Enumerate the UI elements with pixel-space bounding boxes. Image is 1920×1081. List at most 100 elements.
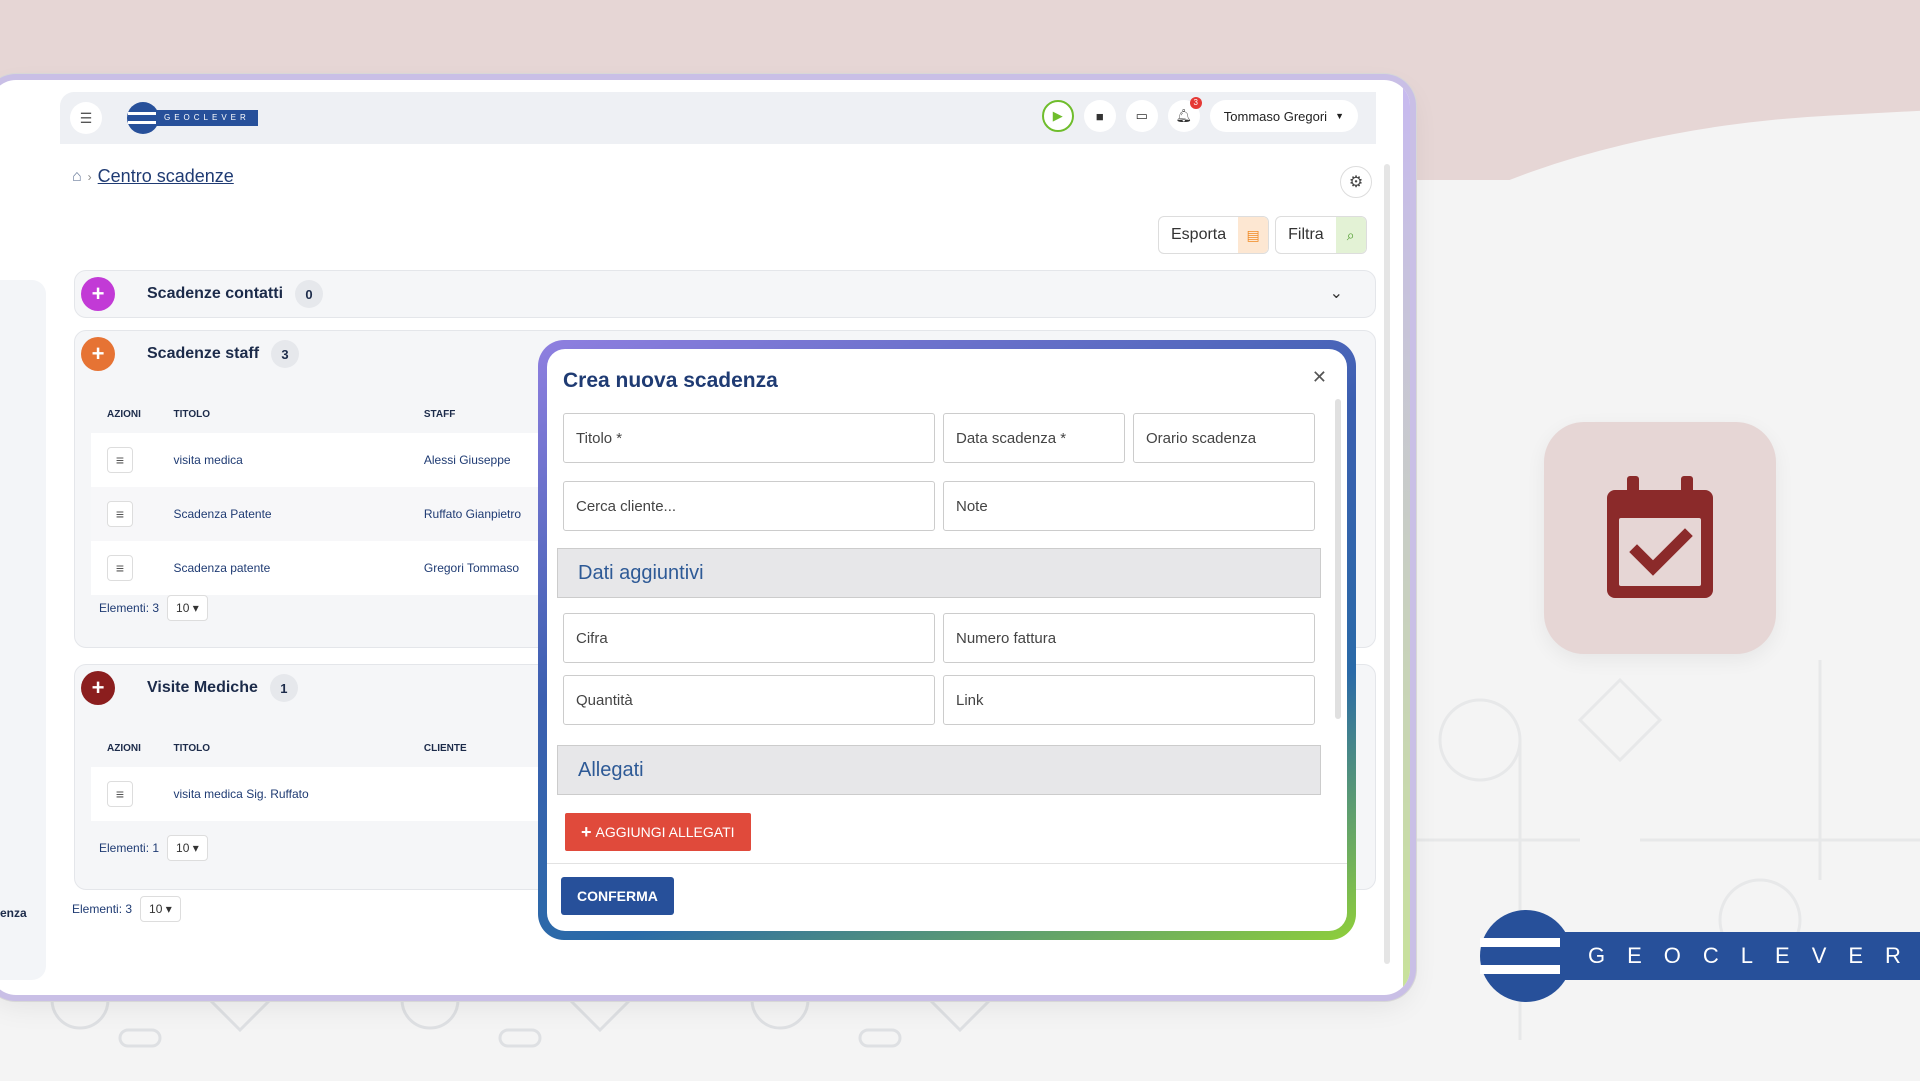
cifra-placeholder: Cifra [576,629,608,647]
notifications-button[interactable]: 🔔︎ 3 [1167,97,1202,132]
numero-fattura-field[interactable]: Numero fattura [943,613,1315,663]
row-staff[interactable]: Ruffato Gianpietro [424,507,551,521]
row-actions-button[interactable]: ≡ [107,501,133,527]
list-icon: ≡ [115,506,125,522]
pdf-icon: ▤ [1238,217,1269,253]
list-icon: ≡ [115,786,125,802]
row-staff[interactable]: Gregori Tommaso [424,561,551,575]
close-icon[interactable]: ✕ [1312,367,1327,388]
quantita-placeholder: Quantità [576,691,633,709]
add-scadenza-contatti-button[interactable]: + [81,277,115,311]
cerca-cliente-field[interactable]: Cerca cliente... [563,481,935,531]
elements-count: Elementi: 3 [99,601,160,615]
monitor-button[interactable]: ▭ [1125,100,1158,132]
column-header: STAFF [423,408,456,420]
note-field[interactable]: Note [943,481,1315,531]
data-scadenza-field[interactable]: Data scadenza * [943,413,1125,463]
chat-icon: ■ [1095,108,1104,124]
table-row[interactable]: ≡ Scadenza patente Gregori Tommaso [91,541,551,595]
search-icon: ⌕ [1335,217,1366,253]
window-scrollbar[interactable] [1384,164,1390,964]
row-actions-button[interactable]: ≡ [107,555,133,581]
plus-icon: + [91,675,105,700]
page-size-value: 10 [176,841,190,855]
allegati-header[interactable]: Allegati [557,745,1321,795]
brand-wordmark: GEOCLEVER [1560,932,1920,980]
section-title: Scadenze staff [147,345,260,362]
left-panel-label: enza [0,906,27,920]
table-row[interactable]: ≡ Scadenza Patente Ruffato Gianpietro [91,487,551,541]
cifra-field[interactable]: Cifra [563,613,935,663]
add-visita-medica-button[interactable]: + [81,671,115,705]
modal-frame: Crea nuova scadenza ✕ Titolo * Data scad… [538,340,1356,940]
section-title: Visite Mediche [147,679,258,696]
user-menu[interactable]: Tommaso Gregori ▼ [1209,100,1358,132]
row-title[interactable]: Scadenza patente [174,561,424,575]
table-header: AZIONI TITOLO CLIENTE [91,729,551,767]
modal-scrollbar[interactable] [1335,399,1341,719]
add-scadenza-staff-button[interactable]: + [81,337,115,371]
elements-count: Elementi: 1 [99,841,160,855]
calendar-check-icon [1607,476,1713,598]
section-scadenze-contatti: + Scadenze contatti 0 ⌄ [74,270,1376,318]
page-size-value: 10 [149,902,163,916]
table-footer: Elementi: 3 10 ▾ [99,595,208,621]
confirm-button[interactable]: CONFERMA [561,877,674,915]
export-button[interactable]: Esporta ▤ [1158,216,1270,254]
section-count: 1 [269,674,298,702]
plus-icon: + [91,281,105,306]
link-field[interactable]: Link [943,675,1315,725]
calendar-card [1544,422,1776,654]
orario-scadenza-field[interactable]: Orario scadenza [1133,413,1315,463]
row-actions-button[interactable]: ≡ [107,781,133,807]
cerca-cliente-placeholder: Cerca cliente... [576,497,677,515]
column-header: AZIONI [107,742,141,754]
home-icon[interactable]: ⌂ [72,168,82,186]
row-title[interactable]: visita medica [174,453,424,467]
topbar-icons: ▶ ■ ▭ 🔔︎ 3 Tommaso Gregori ▼ [1041,97,1358,132]
page-size-value: 10 [176,601,190,615]
column-header: TITOLO [173,408,210,420]
confirm-label: CONFERMA [577,888,658,904]
table-row[interactable]: ≡ visita medica Sig. Ruffato [91,767,551,821]
numero-fattura-placeholder: Numero fattura [956,629,1057,647]
row-actions-button[interactable]: ≡ [107,447,133,473]
chevron-down-icon[interactable]: ⌄ [1330,283,1343,303]
titolo-placeholder: Titolo * [576,429,623,447]
section-count: 0 [295,280,324,308]
chat-button[interactable]: ■ [1083,100,1116,132]
titolo-field[interactable]: Titolo * [563,413,935,463]
row-title[interactable]: visita medica Sig. Ruffato [174,787,424,801]
bell-icon: 🔔︎ [1175,108,1193,123]
plus-icon: + [581,821,592,842]
column-header: TITOLO [173,742,210,754]
outer-footer: Elementi: 3 10 ▾ [72,896,181,922]
visite-table: AZIONI TITOLO CLIENTE ≡ visita medica Si… [91,729,551,821]
filter-button[interactable]: Filtra ⌕ [1275,216,1367,254]
add-attachments-button[interactable]: + AGGIUNGI ALLEGATI [565,813,751,851]
play-button[interactable]: ▶ [1041,100,1074,132]
page-size-select[interactable]: 10 ▾ [140,896,181,922]
play-icon: ▶ [1052,108,1063,123]
settings-button[interactable]: ⚙ [1340,166,1372,198]
add-attachments-label: AGGIUNGI ALLEGATI [595,824,735,840]
page-size-select[interactable]: 10 ▾ [167,835,208,861]
menu-toggle-button[interactable]: ☰ [70,102,102,134]
menu-icon: ☰ [79,109,93,126]
dati-aggiuntivi-header[interactable]: Dati aggiuntivi [557,548,1321,598]
row-staff[interactable]: Alessi Giuseppe [424,453,551,467]
logo-wordmark: GEOCLEVER [156,110,258,126]
table-row[interactable]: ≡ visita medica Alessi Giuseppe [91,433,551,487]
list-icon: ≡ [115,560,125,576]
table-header: AZIONI TITOLO STAFF [91,395,551,433]
plus-icon: + [91,341,105,366]
data-scadenza-placeholder: Data scadenza * [956,429,1067,447]
column-header: CLIENTE [423,742,467,754]
breadcrumb-current[interactable]: Centro scadenze [98,166,234,187]
left-panel-top [0,144,46,284]
background-circuit-pattern-right [1380,660,1920,1040]
quantita-field[interactable]: Quantità [563,675,935,725]
app-logo[interactable]: GEOCLEVER [126,100,258,136]
row-title[interactable]: Scadenza Patente [174,507,424,521]
page-size-select[interactable]: 10 ▾ [167,595,208,621]
